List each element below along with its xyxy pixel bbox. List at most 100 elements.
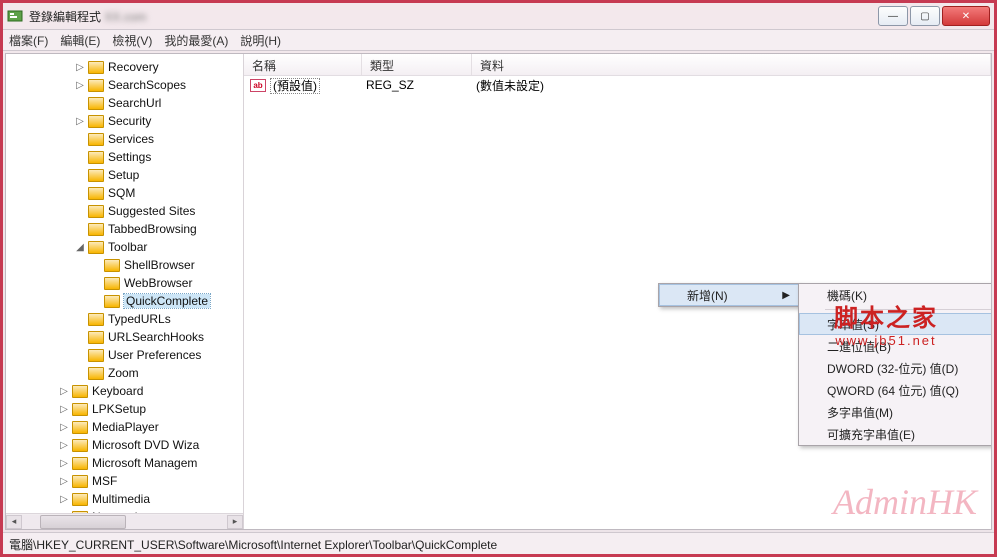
tree-item[interactable]: ▷ MediaPlayer <box>10 418 243 436</box>
tree-item[interactable]: WebBrowser <box>10 274 243 292</box>
ctx-item[interactable]: QWORD (64 位元) 值(Q) <box>799 379 991 401</box>
tree-item[interactable]: QuickComplete <box>10 292 243 310</box>
folder-icon <box>88 349 104 362</box>
tree-item[interactable]: ShellBrowser <box>10 256 243 274</box>
expander-icon[interactable]: ◢ <box>74 241 86 253</box>
expander-icon <box>90 259 102 271</box>
tree-item[interactable]: ▷ Recovery <box>10 58 243 76</box>
statusbar: 電腦\HKEY_CURRENT_USER\Software\Microsoft\… <box>3 532 994 554</box>
context-menu-new-submenu: 機碼(K) 字串值(S) 二進位值(B) DWORD (32-位元) 值(D) QWOR… <box>798 283 991 446</box>
expander-icon <box>74 97 86 109</box>
maximize-button[interactable]: ▢ <box>910 6 940 26</box>
folder-icon <box>88 79 104 92</box>
expander-icon[interactable]: ▷ <box>58 421 70 433</box>
ctx-item[interactable]: DWORD (32-位元) 值(D) <box>799 357 991 379</box>
expander-icon <box>74 151 86 163</box>
col-type[interactable]: 類型 <box>362 54 472 75</box>
ctx-item[interactable]: 可擴充字串值(E) <box>799 423 991 445</box>
scroll-thumb[interactable] <box>40 515 126 529</box>
expander-icon <box>74 169 86 181</box>
tree-item[interactable]: User Preferences <box>10 346 243 364</box>
folder-icon <box>88 241 104 254</box>
tree-item[interactable]: TypedURLs <box>10 310 243 328</box>
tree-item[interactable]: ▷ Multimedia <box>10 490 243 508</box>
tree-item-label: Security <box>108 114 151 128</box>
scroll-track[interactable] <box>22 515 227 529</box>
ctx-item-label: DWORD (32-位元) 值(D) <box>827 360 958 377</box>
tree-item-label: Recovery <box>108 60 159 74</box>
col-name[interactable]: 名稱 <box>244 54 362 75</box>
menu-favorites[interactable]: 我的最愛(A) <box>164 32 228 49</box>
folder-icon <box>88 187 104 200</box>
close-button[interactable]: ✕ <box>942 6 990 26</box>
tree-hscrollbar[interactable]: ◂ ▸ <box>6 513 243 529</box>
scroll-right-button[interactable]: ▸ <box>227 515 243 529</box>
list-pane: 名稱 類型 資料 ab(預設值)REG_SZ(數值未設定) 新增(N) ▶ 機碼… <box>244 54 991 529</box>
expander-icon <box>74 331 86 343</box>
expander-icon[interactable]: ▷ <box>58 403 70 415</box>
expander-icon[interactable]: ▷ <box>58 385 70 397</box>
registry-tree[interactable]: ▷ Recovery ▷SearchScopesSearchUrl ▷ Security… <box>6 54 243 529</box>
tree-item[interactable]: Setup <box>10 166 243 184</box>
ctx-item[interactable]: 字串值(S) <box>799 313 991 335</box>
tree-item[interactable]: ▷ Security <box>10 112 243 130</box>
menu-help[interactable]: 說明(H) <box>240 32 281 49</box>
minimize-button[interactable]: — <box>878 6 908 26</box>
menubar: 檔案(F) 編輯(E) 檢視(V) 我的最愛(A) 說明(H) <box>3 29 994 51</box>
menu-edit[interactable]: 編輯(E) <box>60 32 100 49</box>
value-row[interactable]: ab(預設值)REG_SZ(數值未設定) <box>244 76 991 94</box>
tree-item[interactable]: ▷Keyboard <box>10 382 243 400</box>
tree-item-label: User Preferences <box>108 348 201 362</box>
folder-icon <box>104 295 120 308</box>
window-controls: — ▢ ✕ <box>878 6 990 26</box>
tree-item[interactable]: ▷Microsoft DVD Wiza <box>10 436 243 454</box>
expander-icon[interactable]: ▷ <box>74 61 86 73</box>
ctx-item[interactable]: 二進位值(B) <box>799 335 991 357</box>
tree-item[interactable]: ▷SearchScopes <box>10 76 243 94</box>
tree-item[interactable]: URLSearchHooks <box>10 328 243 346</box>
tree-item-label: Settings <box>108 150 151 164</box>
tree-item[interactable]: SQM <box>10 184 243 202</box>
tree-item[interactable]: Settings <box>10 148 243 166</box>
expander-icon[interactable]: ▷ <box>58 493 70 505</box>
tree-item[interactable]: Zoom <box>10 364 243 382</box>
expander-icon <box>74 367 86 379</box>
values-list[interactable]: ab(預設值)REG_SZ(數值未設定) 新增(N) ▶ 機碼(K) 字串值(S)… <box>244 76 991 529</box>
tree-item-label: TypedURLs <box>108 312 171 326</box>
tree-item[interactable]: TabbedBrowsing <box>10 220 243 238</box>
tree-item[interactable]: ◢Toolbar <box>10 238 243 256</box>
ctx-new-label: 新增(N) <box>687 287 728 304</box>
scroll-left-button[interactable]: ◂ <box>6 515 22 529</box>
tree-item[interactable]: ▷LPKSetup <box>10 400 243 418</box>
folder-icon <box>88 331 104 344</box>
col-data[interactable]: 資料 <box>472 54 991 75</box>
ctx-item[interactable]: 多字串值(M) <box>799 401 991 423</box>
tree-item[interactable]: SearchUrl <box>10 94 243 112</box>
ctx-item[interactable]: 機碼(K) <box>799 284 991 306</box>
expander-icon[interactable]: ▷ <box>58 439 70 451</box>
folder-icon <box>72 457 88 470</box>
menu-view[interactable]: 檢視(V) <box>112 32 152 49</box>
ctx-new[interactable]: 新增(N) ▶ <box>659 284 799 306</box>
tree-item-label: QuickComplete <box>124 294 210 308</box>
expander-icon[interactable]: ▷ <box>74 79 86 91</box>
tree-item[interactable]: ▷Microsoft Managem <box>10 454 243 472</box>
expander-icon[interactable]: ▷ <box>58 475 70 487</box>
expander-icon[interactable]: ▷ <box>58 457 70 469</box>
title-blurred: XX.com <box>104 10 146 24</box>
ctx-item-label: 二進位值(B) <box>827 338 891 355</box>
value-type: REG_SZ <box>366 78 476 92</box>
expander-icon[interactable]: ▷ <box>74 115 86 127</box>
tree-pane: ▷ Recovery ▷SearchScopesSearchUrl ▷ Security… <box>6 54 244 529</box>
tree-item-label: MediaPlayer <box>92 420 159 434</box>
tree-item[interactable]: ▷MSF <box>10 472 243 490</box>
menu-file[interactable]: 檔案(F) <box>9 32 48 49</box>
submenu-arrow-icon: ▶ <box>782 290 790 301</box>
window-title: 登錄編輯程式 XX.com <box>29 8 878 25</box>
folder-icon <box>72 493 88 506</box>
folder-icon <box>104 259 120 272</box>
tree-item[interactable]: Suggested Sites <box>10 202 243 220</box>
tree-item[interactable]: Services <box>10 130 243 148</box>
tree-item-label: Multimedia <box>92 492 150 506</box>
folder-icon <box>104 277 120 290</box>
